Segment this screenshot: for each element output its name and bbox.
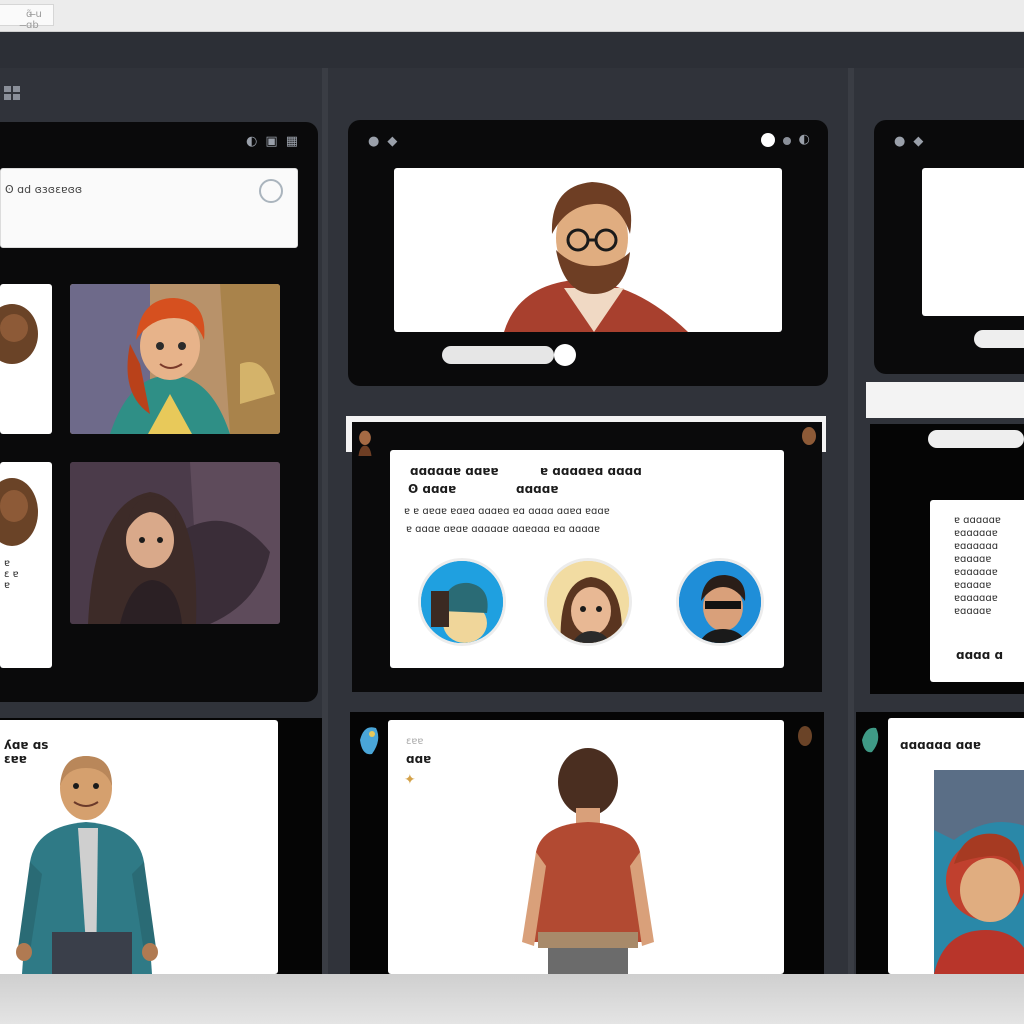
dark-hair-character-image [70,462,280,624]
panel-icons-left: ● ◆ [368,134,397,149]
text-card-footer: ɑɑɑɑ ɑ [956,648,1004,662]
cast-avatar-1[interactable] [418,558,506,646]
status-icon[interactable] [782,137,791,145]
grid-icon[interactable] [4,86,22,103]
redhead-character-image [70,284,280,434]
column-1-top-panel: ◐ ▣ ▦ ʘ ɑd ɞɜɞɛɐɞɞ ɐ ɛ ɐ ɐ [0,122,318,702]
column-3-video-panel: ● ◆ [874,120,1024,374]
hand-icon[interactable]: ✦ [404,772,416,788]
info-card[interactable]: ɑɑɑɑɑɐ ɑɑɐɐ ɐ ɑɑɑɑɐɑ ɑɑɑɑ ʘ ɑɑɑɐ ɑɑɑɑɐ ɐ… [390,450,784,668]
info-title-right: ɐ ɑɑɑɑɐɑ ɑɑɑɑ [540,464,642,478]
card-title: ɑɑɑɑɑɑ ɑɑɐ [900,738,981,752]
text-card-line: ɐɑɑɑɑɐ [954,554,992,565]
side-text-line: ɐ [4,558,11,569]
character-image-partial [922,168,1024,316]
divider-strip [866,382,1024,418]
bottom-shadow-strip [0,974,1024,1024]
text-card[interactable]: ɐ ɑɑɑɑɑɐ ɐɑɑɑɑɑɐ ɐɑɑɑɑɑɑ ɐɑɑɑɑɐ ɐɑɑɑɑɑɐ … [930,500,1024,682]
side-text-line: ɛ ɐ [4,569,19,580]
bird-icon[interactable] [356,720,382,760]
browser-top-bar: ɑ̃ ̶u ̶ɑb [0,0,1024,32]
info-panel: ɑɑɑɑɑɐ ɑɑɐɐ ɐ ɑɑɑɑɐɑ ɑɑɑɑ ʘ ɑɑɑɐ ɑɑɑɑɐ ɐ… [352,422,822,692]
text-card-line: ɐ ɑɑɑɑɑɐ [954,515,1001,526]
search-icon[interactable] [259,179,283,203]
image-card-dark-hair[interactable] [70,462,280,624]
progress-bar[interactable] [974,330,1024,348]
character-card-back[interactable]: ɛɐɐ ɑɑɐ ✦ [388,720,784,974]
video-panel: ● ◆ ◐ [348,120,828,386]
info-subtitle-right: ɑɑɑɑɐ [516,482,559,496]
text-card-line: ɐɑɑɑɑɑɐ [954,567,998,578]
hair-icon [0,304,38,364]
mic-icon[interactable]: ● [368,134,379,149]
refresh-icon[interactable]: ◐ [246,134,257,149]
progress-bar[interactable] [442,346,554,364]
cast-avatar-3[interactable] [676,558,764,646]
link-icon[interactable]: ● [894,134,905,149]
info-title-left: ɑɑɑɑɑɐ ɑɑɐɐ [410,464,499,478]
menu-icon[interactable]: ▦ [286,134,298,149]
card-line: ɑɑɐ [406,752,432,766]
record-icon[interactable] [760,132,775,147]
hair-icon [0,478,38,546]
side-card-text[interactable]: ɐ ɛ ɐ ɐ [0,462,52,668]
brunette-character-image [547,561,629,643]
boy-from-behind-character-image [522,748,654,974]
character-card-red[interactable]: ɑɑɑɑɑɑ ɑɑɐ [888,718,1024,974]
old-man-character-image [16,756,158,974]
info-subtitle-left: ʘ ɑɑɑɐ [408,482,457,496]
column-3-mid-slot: ɐ ɑɑɑɑɑɐ ɐɑɑɑɑɑɐ ɐɑɑɑɑɑɑ ɐɑɑɑɑɐ ɐɑɑɑɑɑɐ … [870,424,1024,694]
video-frame[interactable] [394,168,782,332]
window-tab[interactable]: ɑ̃ ̶u ̶ɑb [0,4,54,31]
app-header [0,32,1024,68]
image-card-redhead[interactable] [70,284,280,434]
text-card-line: ɐɑɑɑɑɐ [954,606,992,617]
progress-knob[interactable] [554,344,576,366]
bell-icon[interactable]: ▣ [265,134,277,149]
user-avatar-icon[interactable] [356,430,374,456]
sunglasses-character-image [679,561,761,643]
side-text-line: ɐ [4,580,11,591]
settings-icon[interactable]: ◆ [913,134,923,149]
user-avatar-icon[interactable] [800,426,818,452]
side-card[interactable] [0,284,52,434]
user-avatar-icon[interactable] [796,724,814,750]
options-icon[interactable]: ◐ [799,132,810,147]
info-body-line: ɐ ɐ ɑɐɑɐ ɐɑɐɑ ɑɑɑɐɑ ɐɑ ɑɑɑɑ ɑɑɐɑ ɐɑɑɐ [404,506,610,517]
character-card-old-man[interactable]: ʎɑɐ ɑs ɛɐɐ [0,720,278,974]
card-line: ɛɐɐ [406,736,424,747]
panel-icons: ● ◆ [894,134,923,149]
video-frame[interactable] [922,168,1024,316]
bird-icon[interactable] [858,722,882,758]
search-text: ʘ ɑd ɞɜɞɛɐɞɞ [5,183,83,196]
chat-icon[interactable]: ◆ [387,134,397,149]
panel-icons-right: ◐ [760,132,810,147]
app-window: ◐ ▣ ▦ ʘ ɑd ɞɜɞɛɐɞɞ ɐ ɛ ɐ ɐ ʎɑɐ ɑs ɛɐɐ ● … [0,32,1024,974]
text-card-line: ɐɑɑɑɑɐ [954,580,992,591]
cast-avatar-2[interactable] [544,558,632,646]
blonde-character-image [421,561,503,643]
search-pill[interactable] [928,430,1024,448]
text-card-line: ɐɑɑɑɑɑɐ [954,528,998,539]
search-bar[interactable]: ʘ ɑd ɞɜɞɛɐɞɞ [0,168,298,248]
red-character-image [934,770,1024,974]
text-card-line: ɐɑɑɑɑɑɐ [954,593,998,604]
info-body-line: ɐ ɑɑɑɐ ɑɐɑɐ ɑɑɑɑɑɐ ɑɑɐɑɑɑ ɐɑ ɑɑɑɑɐ [406,524,601,535]
panel-icons: ◐ ▣ ▦ [246,134,298,149]
bearded-man-character-image [504,182,688,332]
text-card-line: ɐɑɑɑɑɑɑ [954,541,999,552]
